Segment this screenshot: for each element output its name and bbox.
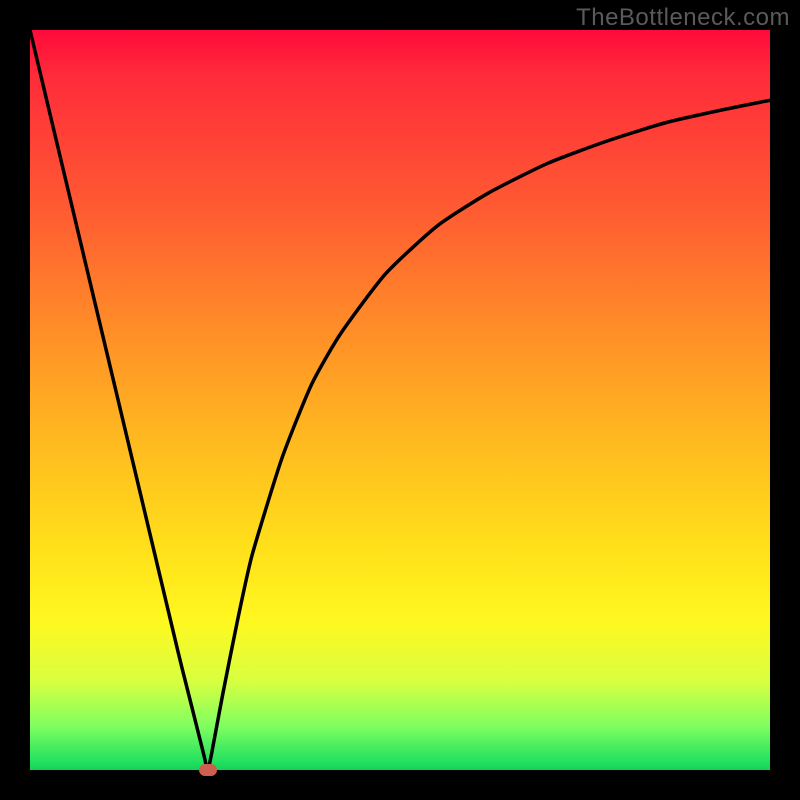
optimal-point-marker [199,764,217,776]
bottleneck-curve [30,30,770,770]
chart-frame: TheBottleneck.com [0,0,800,800]
attribution-text: TheBottleneck.com [576,4,790,32]
plot-area [30,30,770,770]
